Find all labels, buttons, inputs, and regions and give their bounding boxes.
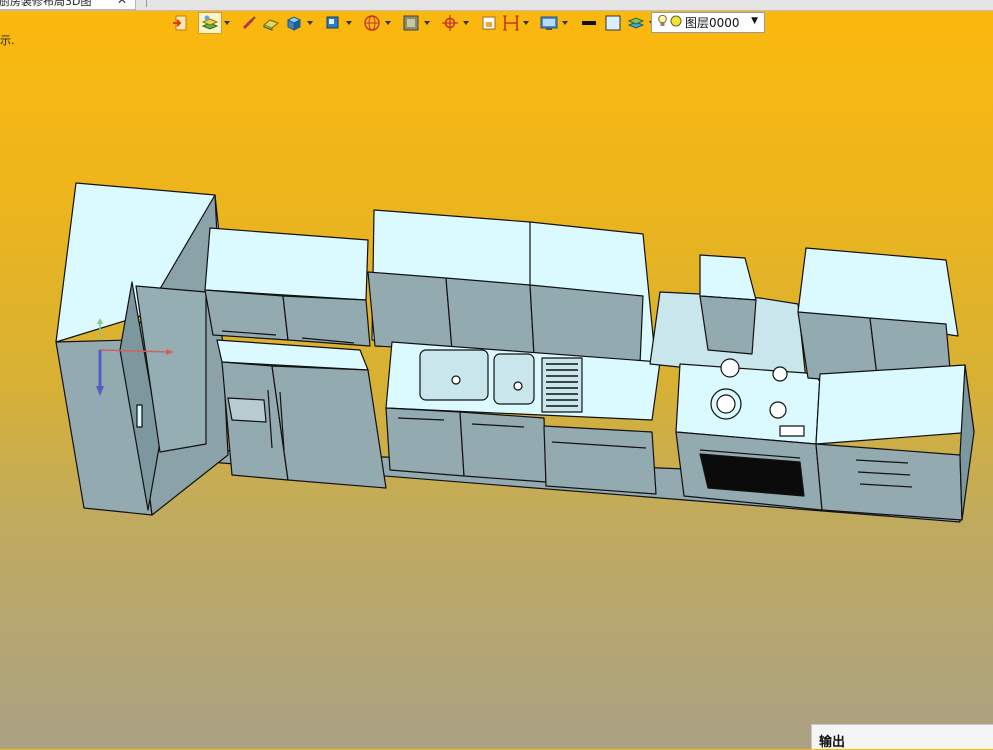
lower-cabinet-front-1 xyxy=(385,407,465,477)
output-panel-title: 输出 xyxy=(819,735,846,750)
drawer-stack-front xyxy=(815,443,963,521)
sink-drain xyxy=(513,381,523,391)
ice-dispenser xyxy=(227,397,267,423)
pantry-handle xyxy=(136,404,143,428)
upper-cabinet-front-4 xyxy=(445,277,535,356)
upper-cabinet-top-1 xyxy=(204,227,369,301)
drain-board xyxy=(541,357,583,413)
right-counter-top xyxy=(815,364,975,445)
burner-large-inner xyxy=(716,394,736,414)
sink-basin-right xyxy=(493,353,535,405)
upper-cabinet-front-2 xyxy=(282,295,371,347)
range-hood-chimney-top xyxy=(699,254,757,301)
sink-drain xyxy=(451,375,461,385)
upper-cabinet-front-5 xyxy=(529,284,644,365)
fridge-door-right xyxy=(271,365,387,489)
3d-viewport[interactable] xyxy=(0,0,993,749)
output-panel: 输出 xyxy=(811,724,993,750)
burner-small xyxy=(769,401,787,419)
sink-basin-left xyxy=(419,349,489,401)
control-panel xyxy=(779,425,805,437)
dishwasher-front xyxy=(543,425,657,495)
upper-cabinet-front-3 xyxy=(367,271,453,351)
burner-back xyxy=(720,358,740,378)
range-hood-chimney-front xyxy=(699,295,757,355)
burner-back xyxy=(772,366,788,382)
lower-cabinet-front-2 xyxy=(459,411,547,483)
